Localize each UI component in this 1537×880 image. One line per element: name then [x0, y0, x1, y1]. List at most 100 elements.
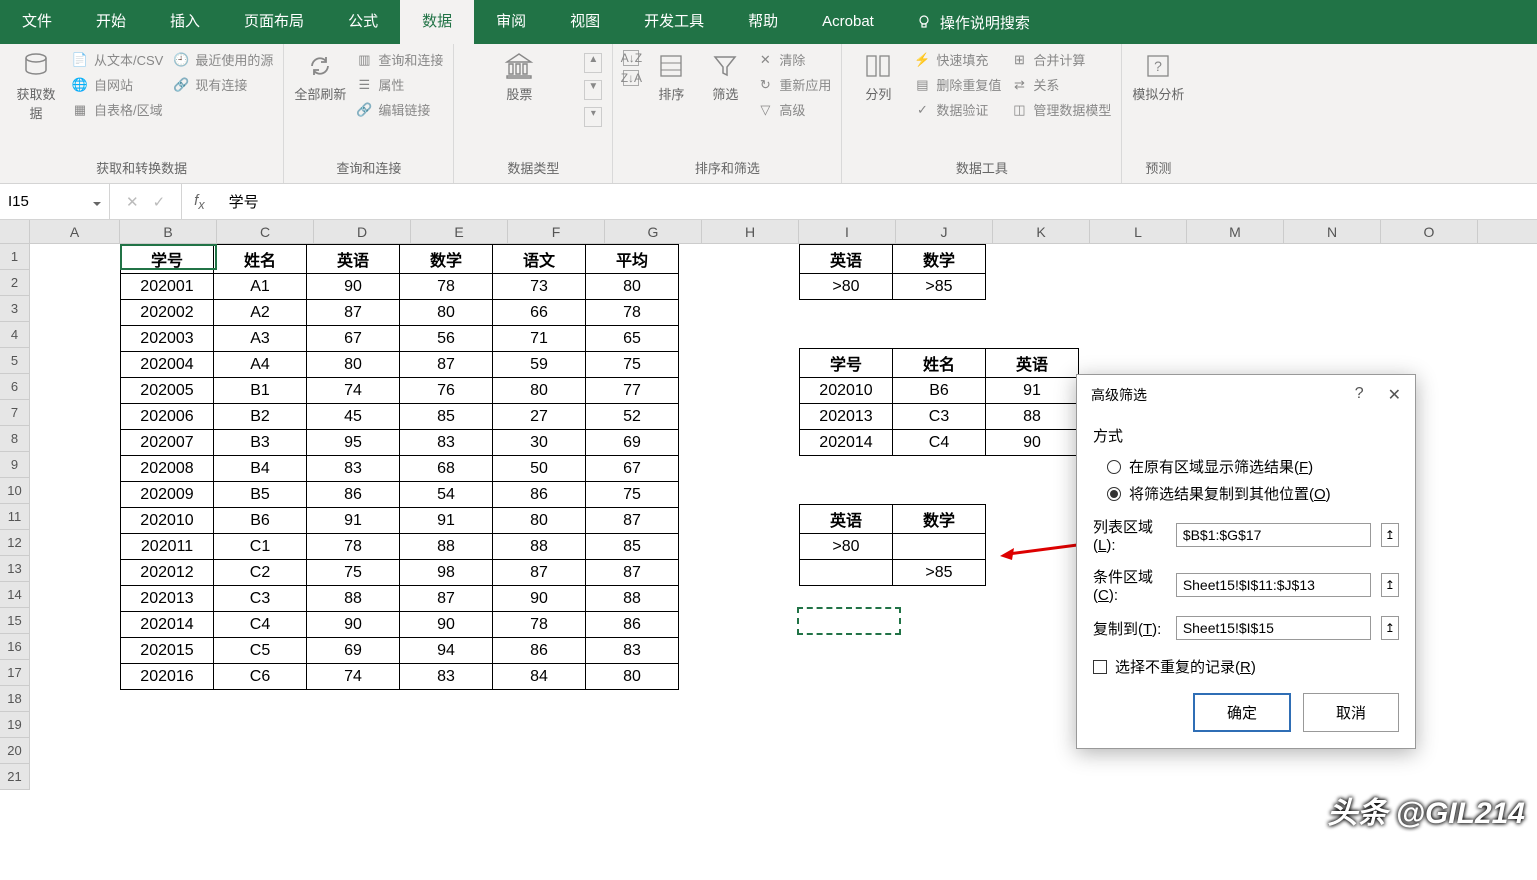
row-header[interactable]: 2 [0, 270, 30, 296]
tab-review[interactable]: 审阅 [474, 0, 548, 44]
col-header[interactable]: K [993, 220, 1090, 243]
refresh-all-button[interactable]: 全部刷新 [294, 50, 346, 103]
row-header[interactable]: 6 [0, 374, 30, 400]
accept-formula-icon[interactable]: ✓ [153, 193, 166, 211]
sort-desc[interactable]: Z↓A [623, 70, 639, 86]
edit-links[interactable]: 🔗编辑链接 [356, 100, 443, 119]
col-header[interactable]: N [1284, 220, 1381, 243]
row-header[interactable]: 16 [0, 634, 30, 660]
recent-sources[interactable]: 🕘最近使用的源 [173, 50, 273, 69]
row-header[interactable]: 11 [0, 504, 30, 530]
row-header[interactable]: 12 [0, 530, 30, 556]
row-header[interactable]: 17 [0, 660, 30, 686]
col-header[interactable]: L [1090, 220, 1187, 243]
queries-connections[interactable]: ▥查询和连接 [356, 50, 443, 69]
reapply-filter[interactable]: ↻重新应用 [757, 75, 831, 94]
get-data-button[interactable]: 获取数 据 [10, 50, 62, 122]
range-picker-button[interactable]: ↥ [1381, 573, 1399, 597]
col-header[interactable]: H [702, 220, 799, 243]
relationships[interactable]: ⇄关系 [1011, 75, 1111, 94]
advanced-filter[interactable]: ▽高级 [757, 100, 831, 119]
from-text-csv[interactable]: 📄从文本/CSV [72, 50, 163, 69]
tell-me-search[interactable]: 操作说明搜索 [916, 12, 1030, 33]
col-header[interactable]: F [508, 220, 605, 243]
filter-button[interactable]: 筛选 [703, 50, 747, 103]
col-header[interactable]: C [217, 220, 314, 243]
row-header[interactable]: 7 [0, 400, 30, 426]
row-header[interactable]: 14 [0, 582, 30, 608]
row-header[interactable]: 18 [0, 686, 30, 712]
tab-help[interactable]: 帮助 [726, 0, 800, 44]
datatype-up[interactable]: ▲ [584, 53, 602, 73]
clear-filter[interactable]: ✕清除 [757, 50, 831, 69]
col-header[interactable]: G [605, 220, 702, 243]
datatype-down[interactable]: ▼ [584, 80, 602, 100]
row-header[interactable]: 20 [0, 738, 30, 764]
formula-input[interactable]: 学号 [217, 184, 1537, 219]
radio-filter-inplace[interactable]: 在原有区域显示筛选结果(F) [1107, 456, 1399, 477]
copy-to-input[interactable] [1176, 616, 1371, 640]
result-table[interactable]: 学号姓名英语 202010B691 202013C388 202014C490 [799, 348, 1079, 456]
col-header[interactable]: A [30, 220, 120, 243]
row-header[interactable]: 10 [0, 478, 30, 504]
criteria-table-or[interactable]: 英语数学 >80 >85 [799, 504, 986, 586]
range-picker-button[interactable]: ↥ [1381, 616, 1399, 640]
fx-icon[interactable]: fx [182, 192, 216, 212]
sort-asc[interactable]: A↓Z [623, 50, 639, 66]
cancel-button[interactable]: 取消 [1303, 693, 1399, 732]
tab-view[interactable]: 视图 [548, 0, 622, 44]
text-to-columns[interactable]: 分列 [852, 50, 904, 103]
row-header[interactable]: 13 [0, 556, 30, 582]
range-picker-button[interactable]: ↥ [1381, 523, 1399, 547]
from-table-range[interactable]: ▦自表格/区域 [72, 100, 163, 119]
flash-fill[interactable]: ⚡快速填充 [914, 50, 1001, 69]
tab-file[interactable]: 文件 [0, 0, 74, 44]
unique-records-checkbox[interactable]: 选择不重复的记录(R) [1093, 656, 1399, 677]
col-header[interactable]: D [314, 220, 411, 243]
col-header[interactable]: M [1187, 220, 1284, 243]
criteria-range-input[interactable] [1176, 573, 1371, 597]
row-header[interactable]: 8 [0, 426, 30, 452]
tab-data[interactable]: 数据 [400, 0, 474, 44]
list-range-input[interactable] [1176, 523, 1371, 547]
row-header[interactable]: 9 [0, 452, 30, 478]
row-header[interactable]: 1 [0, 244, 30, 270]
tab-formulas[interactable]: 公式 [326, 0, 400, 44]
select-all-corner[interactable] [0, 220, 30, 243]
ok-button[interactable]: 确定 [1193, 693, 1291, 732]
row-header[interactable]: 15 [0, 608, 30, 634]
criteria-table-and[interactable]: 英语数学 >80>85 [799, 244, 986, 300]
manage-data-model[interactable]: ◫管理数据模型 [1011, 100, 1111, 119]
tab-home[interactable]: 开始 [74, 0, 148, 44]
col-header[interactable]: E [411, 220, 508, 243]
data-validation[interactable]: ✓数据验证 [914, 100, 1001, 119]
what-if-analysis[interactable]: ? 模拟分析 [1132, 50, 1184, 103]
consolidate[interactable]: ⊞合并计算 [1011, 50, 1111, 69]
tab-pagelayout[interactable]: 页面布局 [222, 0, 326, 44]
stocks-datatype[interactable]: 股票 [464, 50, 574, 103]
col-header[interactable]: O [1381, 220, 1478, 243]
properties[interactable]: ☰属性 [356, 75, 443, 94]
help-icon[interactable]: ? [1355, 385, 1364, 405]
col-header[interactable]: J [896, 220, 993, 243]
close-icon[interactable]: ✕ [1388, 385, 1401, 405]
datatype-more[interactable]: ▾ [584, 107, 602, 127]
row-header[interactable]: 3 [0, 296, 30, 322]
tab-developer[interactable]: 开发工具 [622, 0, 726, 44]
sort-button[interactable]: 排序 [649, 50, 693, 103]
row-header[interactable]: 21 [0, 764, 30, 790]
col-header[interactable]: B [120, 220, 217, 243]
col-header[interactable]: I [799, 220, 896, 243]
remove-duplicates[interactable]: ▤删除重复值 [914, 75, 1001, 94]
tab-acrobat[interactable]: Acrobat [800, 0, 896, 44]
name-box[interactable]: I15 [0, 184, 110, 219]
existing-connections[interactable]: 🔗现有连接 [173, 75, 273, 94]
main-data-table[interactable]: 学号姓名英语数学语文平均 202001A190787380202002A2878… [120, 244, 679, 690]
from-web[interactable]: 🌐自网站 [72, 75, 163, 94]
row-header[interactable]: 4 [0, 322, 30, 348]
cancel-formula-icon[interactable]: ✕ [126, 193, 139, 211]
row-header[interactable]: 19 [0, 712, 30, 738]
radio-copy-to[interactable]: 将筛选结果复制到其他位置(O) [1107, 483, 1399, 504]
row-header[interactable]: 5 [0, 348, 30, 374]
tab-insert[interactable]: 插入 [148, 0, 222, 44]
